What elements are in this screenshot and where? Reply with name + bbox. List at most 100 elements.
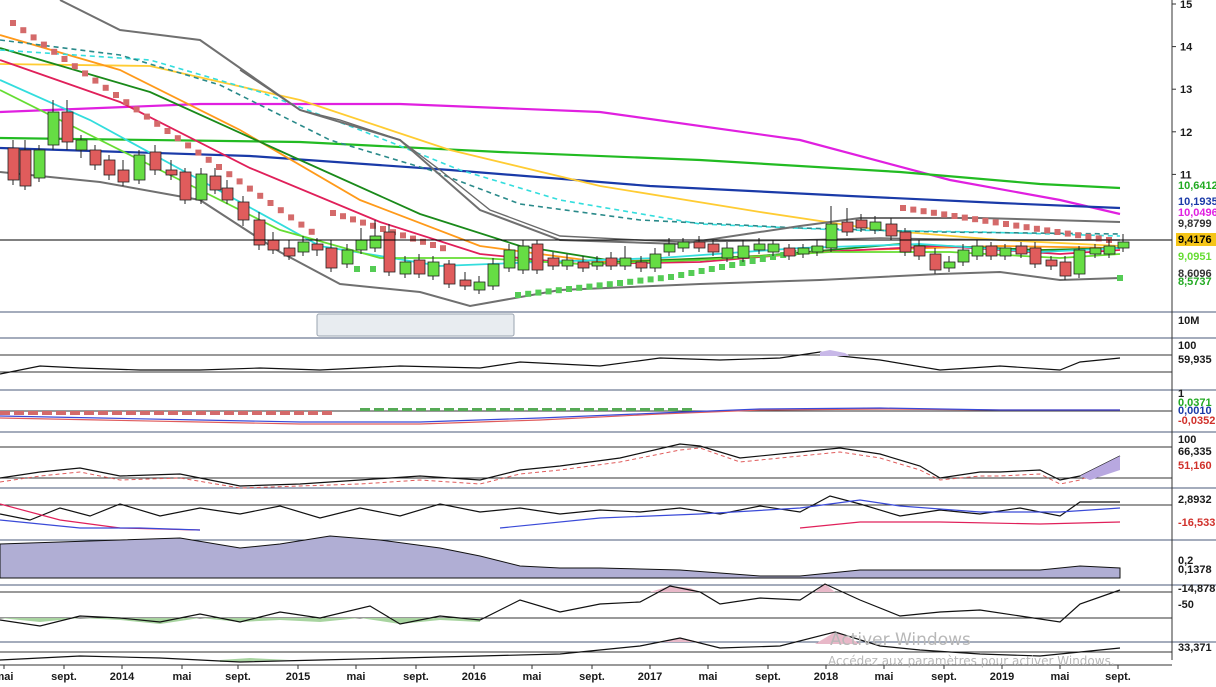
candle	[209, 175, 222, 191]
sar-dot	[185, 142, 192, 149]
sar-dot	[246, 185, 253, 192]
macd-bar	[402, 408, 412, 411]
macd-bar	[308, 411, 318, 415]
macd-bar	[252, 411, 262, 415]
sar-dot	[133, 106, 140, 113]
sar-dot	[657, 275, 664, 282]
sar-dot	[596, 282, 603, 289]
candle	[117, 169, 130, 183]
sar-dot	[749, 258, 756, 264]
x-axis-label: mai	[173, 671, 192, 683]
sar-dot	[1117, 275, 1123, 281]
x-axis-label: sept.	[931, 671, 957, 683]
stock-chart[interactable]: 10059,93510,03710,0010-0,035210066,33551…	[0, 0, 1216, 687]
macd-bar	[294, 411, 304, 415]
macd-bar	[168, 411, 178, 415]
candle	[971, 245, 984, 257]
macd-bar	[570, 408, 580, 411]
sar-dot	[1003, 221, 1009, 227]
candle	[33, 149, 46, 179]
info-box[interactable]	[316, 313, 515, 337]
x-axis-label: 2018	[814, 671, 838, 683]
sar-dot	[688, 270, 695, 276]
sar-dot	[440, 245, 446, 252]
candle	[89, 149, 102, 166]
macd-bar	[374, 408, 384, 411]
candle	[693, 241, 706, 249]
candle	[1045, 259, 1058, 267]
sar-dot	[10, 20, 16, 26]
sar-dot	[1085, 233, 1092, 240]
candle	[677, 241, 690, 249]
sar-dot	[920, 208, 927, 215]
candle	[841, 221, 854, 233]
candle	[443, 263, 456, 285]
candle	[943, 261, 956, 269]
value-tag: 9,8799	[1178, 218, 1212, 230]
sar-dot	[941, 211, 948, 218]
macd-bar	[444, 408, 454, 411]
candle	[913, 245, 926, 257]
candle	[753, 243, 766, 251]
macd-bar	[238, 411, 248, 415]
sar-dot	[257, 192, 264, 199]
panel-value: 66,335	[1178, 446, 1212, 458]
candle	[221, 187, 234, 201]
panel-value: 2,8932	[1178, 494, 1212, 506]
candle	[103, 159, 116, 176]
macd-bar	[112, 411, 122, 415]
candle	[985, 245, 998, 257]
panel-value: -50	[1178, 599, 1194, 611]
macd-bar	[598, 408, 608, 411]
sar-dot	[298, 221, 305, 228]
candle	[899, 231, 912, 253]
macd-bar	[556, 408, 566, 411]
sar-dot	[698, 268, 705, 274]
candle	[383, 231, 396, 273]
sar-dot	[1033, 225, 1040, 232]
candle	[1015, 245, 1028, 255]
x-axis-label: mai	[347, 671, 366, 683]
macd-bar	[472, 408, 482, 411]
x-axis-label: sept.	[755, 671, 781, 683]
candle	[149, 151, 162, 171]
sar-dot	[195, 149, 202, 156]
macd-bar	[0, 411, 10, 415]
candle	[619, 257, 632, 267]
macd-bar	[126, 411, 136, 415]
candle	[999, 247, 1012, 257]
sar-dot	[370, 266, 376, 272]
macd-bar	[224, 411, 234, 415]
macd-bar	[682, 408, 692, 411]
sar-dot	[545, 288, 552, 295]
x-axis-label: 2016	[462, 671, 486, 683]
macd-bar	[500, 408, 510, 411]
sar-dot	[205, 156, 212, 163]
macd-bar	[280, 411, 290, 415]
price-tick-label: 14	[1180, 42, 1193, 54]
macd-bar	[486, 408, 496, 411]
macd-bar	[98, 411, 108, 415]
sar-dot	[30, 34, 37, 41]
sar-dot	[739, 260, 746, 266]
macd-bar	[322, 411, 332, 415]
sar-dot	[380, 226, 386, 232]
macd-bar	[28, 411, 38, 415]
sar-dot	[555, 287, 562, 294]
candle	[195, 173, 208, 201]
candle	[855, 219, 868, 229]
candle	[591, 261, 604, 267]
sar-dot	[51, 48, 58, 55]
sar-dot	[1064, 230, 1071, 237]
candle	[531, 243, 544, 271]
candle	[487, 263, 500, 287]
macd-bar	[14, 411, 24, 415]
sar-dot	[647, 276, 654, 283]
macd-bar	[266, 411, 276, 415]
sar-dot	[82, 70, 89, 77]
sar-dot	[729, 262, 736, 268]
macd-bar	[182, 411, 192, 415]
sar-dot	[340, 213, 346, 220]
sar-dot	[400, 232, 406, 239]
sar-dot	[606, 281, 613, 288]
